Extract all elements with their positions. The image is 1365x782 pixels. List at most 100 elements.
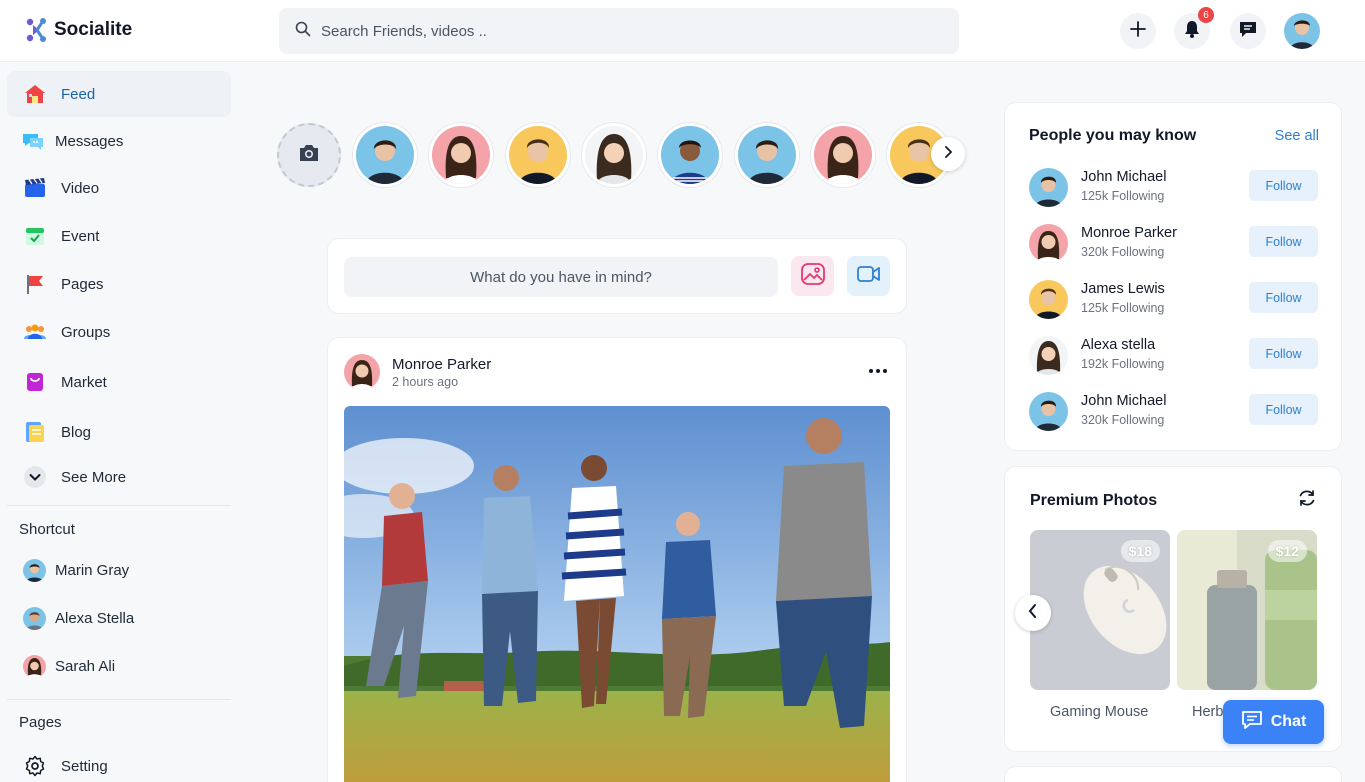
- post-image[interactable]: [344, 406, 890, 782]
- stories-next-button[interactable]: [931, 137, 965, 171]
- post-options-button[interactable]: [866, 360, 890, 380]
- profile-avatar[interactable]: [1284, 13, 1320, 49]
- person-name[interactable]: Alexa stella: [1081, 337, 1155, 353]
- story-avatar[interactable]: [735, 123, 799, 187]
- left-sidebar: Feed Messages Video Event Pages Groups M…: [0, 63, 240, 782]
- avatar[interactable]: [1029, 224, 1068, 263]
- person-row: Monroe Parker 320k Following Follow: [1029, 223, 1319, 263]
- sidebar-item-label: Event: [61, 227, 100, 245]
- story-avatar[interactable]: [582, 123, 646, 187]
- post-timestamp: 2 hours ago: [392, 375, 459, 389]
- logo-icon: [24, 17, 48, 43]
- video-icon: [23, 176, 47, 200]
- story-avatar[interactable]: [429, 123, 493, 187]
- sidebar-item-label: Messages: [55, 132, 124, 150]
- home-icon: [23, 82, 47, 106]
- messages-button[interactable]: [1230, 13, 1266, 49]
- sidebar-item-label: Video: [61, 179, 100, 197]
- calendar-icon: [23, 224, 47, 248]
- avatar[interactable]: [1029, 280, 1068, 319]
- sidebar-item-video[interactable]: Video: [7, 165, 231, 211]
- chevron-right-icon: [942, 145, 954, 164]
- product-name[interactable]: Gaming Mouse: [1050, 704, 1148, 720]
- see-all-link[interactable]: See all: [1275, 128, 1319, 144]
- sidebar-item-label: Feed: [61, 85, 96, 103]
- sidebar-item-label: Pages: [61, 275, 104, 293]
- add-photo-button[interactable]: [791, 256, 834, 296]
- story-avatar[interactable]: [353, 123, 417, 187]
- sidebar-divider: [7, 505, 231, 506]
- person-name[interactable]: James Lewis: [1081, 281, 1165, 297]
- sidebar-item-market[interactable]: Market: [7, 359, 231, 405]
- avatar[interactable]: [1029, 392, 1068, 431]
- person-name[interactable]: Monroe Parker: [1081, 225, 1177, 241]
- logo[interactable]: Socialite: [24, 17, 132, 43]
- create-button[interactable]: [1120, 13, 1156, 49]
- camera-icon: [298, 144, 320, 167]
- person-row: Alexa stella 192k Following Follow: [1029, 335, 1319, 375]
- chevron-left-icon: [1027, 603, 1039, 624]
- shortcut-label: Marin Gray: [55, 562, 130, 579]
- sidebar-item-blog[interactable]: Blog: [7, 409, 231, 455]
- person-name[interactable]: John Michael: [1081, 393, 1166, 409]
- refresh-button[interactable]: [1295, 488, 1319, 512]
- sidebar-item-messages[interactable]: Messages: [7, 118, 231, 164]
- person-row: James Lewis 125k Following Follow: [1029, 279, 1319, 319]
- person-name[interactable]: John Michael: [1081, 169, 1166, 185]
- product-card[interactable]: $12: [1177, 530, 1317, 690]
- search-bar[interactable]: [279, 8, 959, 54]
- sidebar-item-feed[interactable]: Feed: [7, 71, 231, 117]
- blog-icon: [23, 420, 47, 444]
- story-avatar[interactable]: [506, 123, 570, 187]
- shortcut-item[interactable]: Sarah Ali: [23, 655, 115, 678]
- story-avatar[interactable]: [811, 123, 875, 187]
- add-story-button[interactable]: [277, 123, 341, 187]
- chat-label: Chat: [1270, 713, 1307, 730]
- avatar: [23, 607, 46, 630]
- notifications-button[interactable]: 6: [1174, 7, 1214, 49]
- sidebar-item-label: Market: [61, 373, 107, 391]
- next-widget-card: [1004, 766, 1342, 782]
- person-following: 320k Following: [1081, 413, 1165, 427]
- composer-input[interactable]: What do you have in mind?: [344, 257, 778, 297]
- post-composer: What do you have in mind?: [327, 238, 907, 314]
- shortcut-label: Sarah Ali: [55, 658, 116, 675]
- story-avatar[interactable]: [658, 123, 722, 187]
- avatar[interactable]: [1029, 168, 1068, 207]
- avatar: [23, 559, 46, 582]
- carousel-prev-button[interactable]: [1015, 595, 1051, 631]
- sidebar-item-event[interactable]: Event: [7, 213, 231, 259]
- person-following: 192k Following: [1081, 357, 1165, 371]
- person-row: John Michael 320k Following Follow: [1029, 391, 1319, 431]
- sidebar-item-pages[interactable]: Pages: [7, 261, 231, 307]
- shortcut-item[interactable]: Marin Gray: [23, 559, 129, 582]
- video-camera-icon: [856, 264, 882, 289]
- chat-button[interactable]: Chat: [1223, 700, 1324, 744]
- product-card[interactable]: $18: [1030, 530, 1170, 690]
- price-badge: $18: [1120, 540, 1160, 562]
- person-following: 125k Following: [1081, 301, 1165, 315]
- sidebar-see-more[interactable]: See More: [7, 454, 231, 500]
- follow-button[interactable]: Follow: [1249, 226, 1318, 257]
- post-card: Monroe Parker 2 hours ago: [327, 337, 907, 782]
- search-input[interactable]: [321, 22, 921, 40]
- plus-icon: [1129, 20, 1147, 43]
- shortcut-item[interactable]: Alexa Stella: [23, 607, 134, 630]
- more-horizontal-icon: [868, 361, 888, 379]
- stories-row: [277, 123, 967, 187]
- person-following: 125k Following: [1081, 189, 1165, 203]
- post-author-avatar[interactable]: [344, 354, 380, 390]
- sidebar-item-setting[interactable]: Setting: [7, 743, 231, 782]
- avatar[interactable]: [1029, 336, 1068, 375]
- messages-icon: [21, 129, 45, 153]
- search-icon: [295, 21, 311, 42]
- follow-button[interactable]: Follow: [1249, 170, 1318, 201]
- follow-button[interactable]: Follow: [1249, 338, 1318, 369]
- follow-button[interactable]: Follow: [1249, 394, 1318, 425]
- sidebar-divider: [7, 699, 231, 700]
- sidebar-item-groups[interactable]: Groups: [7, 309, 231, 355]
- post-author-name[interactable]: Monroe Parker: [392, 356, 491, 373]
- sidebar-item-label: Setting: [61, 757, 108, 775]
- follow-button[interactable]: Follow: [1249, 282, 1318, 313]
- add-video-button[interactable]: [847, 256, 890, 296]
